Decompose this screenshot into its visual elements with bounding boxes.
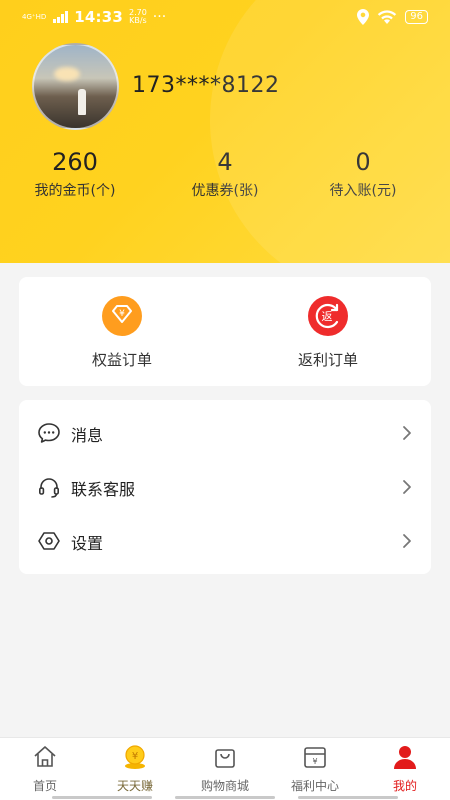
tab-label: 购物商城 [200, 779, 249, 793]
signal-icon [53, 11, 69, 23]
rights-orders-button[interactable]: ¥ 权益订单 [19, 296, 225, 370]
tab-daily-earn[interactable]: ¥ 天天赚 [90, 744, 180, 794]
tab-welfare-center[interactable]: ¥ 福利中心 [270, 744, 360, 794]
user-icon [394, 746, 416, 769]
battery-indicator: 96 [405, 10, 428, 24]
headset-icon [38, 478, 60, 498]
chevron-right-icon [403, 426, 411, 440]
profile-header: 4G⁺HD 14:33 2.70 KB/s ··· 96 173****8122 … [0, 0, 450, 263]
wifi-icon [378, 10, 397, 24]
coin-trophy-icon: ¥ [125, 745, 145, 769]
menu-label: 联系客服 [71, 480, 136, 499]
tab-label: 我的 [392, 779, 417, 793]
clock: 14:33 [74, 8, 123, 26]
stat-pending[interactable]: 0 待入账(元) [288, 147, 438, 200]
svg-text:¥: ¥ [312, 757, 317, 766]
rebate-icon: 返 [308, 296, 348, 336]
status-bar: 4G⁺HD 14:33 2.70 KB/s ··· 96 [0, 0, 450, 36]
more-icon: ··· [152, 9, 167, 25]
welfare-icon: ¥ [304, 747, 326, 768]
menu-item-customer-service[interactable]: 联系客服 [19, 460, 431, 514]
svg-text:返: 返 [322, 310, 333, 323]
avatar[interactable] [32, 43, 119, 130]
stat-label: 待入账(元) [329, 183, 397, 199]
yuan-diamond-icon: ¥ [102, 296, 142, 336]
user-phone: 173****8122 [132, 73, 280, 98]
menu-label: 设置 [71, 534, 104, 553]
stat-label: 优惠券(张) [191, 183, 259, 199]
stat-value: 260 [52, 148, 98, 176]
tab-label: 首页 [32, 779, 57, 793]
tab-shopping-mall[interactable]: 购物商城 [180, 744, 270, 794]
svg-text:¥: ¥ [119, 309, 125, 319]
network-speed: 2.70 KB/s [128, 8, 147, 25]
stat-coins[interactable]: 260 我的金币(个) [0, 147, 150, 200]
chevron-right-icon [403, 480, 411, 494]
stat-value: 0 [355, 148, 371, 176]
gesture-bar [0, 795, 450, 800]
tab-mine[interactable]: 我的 [360, 744, 450, 794]
rebate-orders-button[interactable]: 返 返利订单 [225, 296, 431, 370]
location-icon [357, 9, 370, 25]
stat-coupons[interactable]: 4 优惠券(张) [150, 147, 300, 200]
message-icon [38, 423, 60, 443]
svg-text:¥: ¥ [132, 751, 138, 762]
home-icon [34, 746, 56, 767]
stat-value: 4 [217, 148, 233, 176]
orders-card: ¥ 权益订单 返 返利订单 [19, 277, 431, 386]
settings-icon [38, 532, 60, 550]
tab-home[interactable]: 首页 [0, 744, 90, 794]
menu-item-messages[interactable]: 消息 [19, 406, 431, 460]
chevron-right-icon [403, 534, 411, 548]
order-label: 权益订单 [91, 351, 152, 369]
menu-card: 消息 联系客服 设置 [19, 400, 431, 574]
tab-label: 福利中心 [290, 779, 339, 793]
stat-label: 我的金币(个) [34, 183, 116, 199]
menu-label: 消息 [71, 426, 104, 445]
menu-item-settings[interactable]: 设置 [19, 514, 431, 568]
bottom-tab-bar: 首页 ¥ 天天赚 购物商城 ¥ 福利中心 我的 [0, 737, 450, 800]
network-type: 4G⁺HD [22, 13, 47, 21]
shopping-bag-icon [215, 749, 235, 768]
tab-label: 天天赚 [116, 779, 153, 793]
order-label: 返利订单 [297, 351, 358, 369]
